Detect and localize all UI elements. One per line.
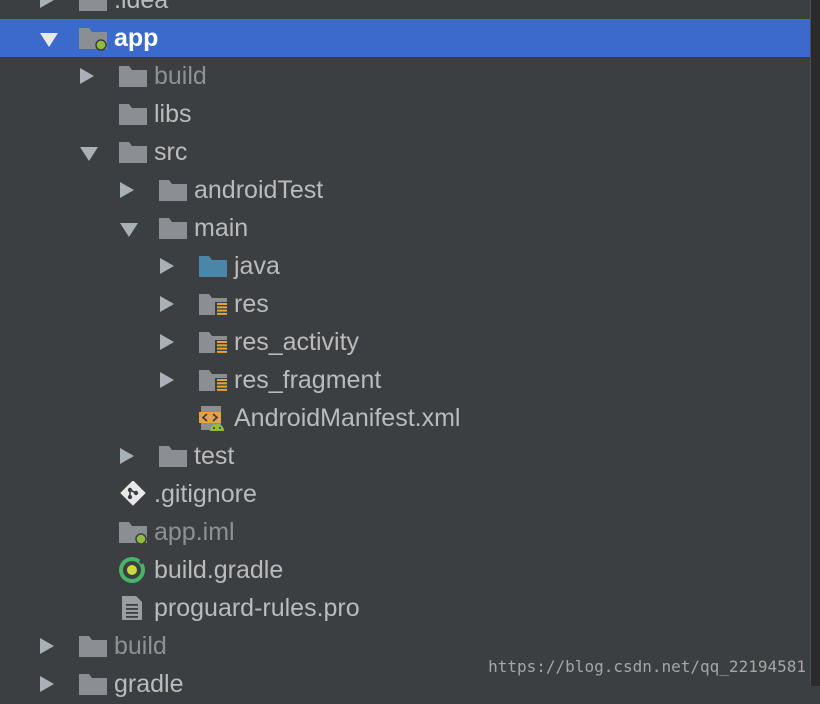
folder-icon [78, 0, 108, 13]
folder-icon [158, 443, 188, 469]
tree-item-app-iml[interactable]: app.iml [0, 513, 810, 551]
project-tree: .idea app build libs src androidTest main java r… [0, 0, 810, 698]
tree-item-java[interactable]: java [0, 247, 810, 285]
expand-arrow-right-icon[interactable] [160, 372, 174, 388]
tree-item-label: build [154, 62, 207, 90]
git-icon [118, 480, 148, 507]
scrollbar[interactable] [810, 0, 820, 686]
folder-icon [158, 215, 188, 241]
tree-item-label: main [194, 214, 249, 242]
tree-item-libs[interactable]: libs [0, 95, 810, 133]
folder-icon [118, 63, 148, 89]
tree-item-label: res_fragment [234, 366, 382, 394]
expand-arrow-right-icon[interactable] [40, 0, 54, 8]
resource-folder-icon [198, 367, 228, 393]
tree-item-label: app.iml [154, 518, 235, 546]
tree-item-build-gradle[interactable]: build.gradle [0, 551, 810, 589]
tree-item-proguard-rules-pro[interactable]: proguard-rules.pro [0, 589, 810, 627]
tree-item-label: gradle [114, 670, 184, 698]
tree-item-label: res_activity [234, 328, 360, 356]
tree-item-main[interactable]: main [0, 209, 810, 247]
tree-item-label: .gitignore [154, 480, 257, 508]
tree-item-label: java [234, 252, 280, 280]
tree-item-res-fragment[interactable]: res_fragment [0, 361, 810, 399]
tree-item-label: .idea [114, 0, 169, 14]
tree-item-label: app [114, 24, 159, 52]
tree-item-label: libs [154, 100, 192, 128]
resource-folder-icon [198, 291, 228, 317]
gradle-icon [118, 557, 148, 583]
expand-arrow-right-icon[interactable] [160, 296, 174, 312]
expand-arrow-right-icon[interactable] [120, 182, 134, 198]
folder-icon [118, 101, 148, 127]
expand-arrow-right-icon[interactable] [160, 258, 174, 274]
tree-item-test[interactable]: test [0, 437, 810, 475]
tree-item-build[interactable]: build [0, 57, 810, 95]
expand-arrow-down-icon[interactable] [80, 147, 98, 161]
tree-item-label: res [234, 290, 269, 318]
expand-arrow-down-icon[interactable] [120, 223, 138, 237]
expand-arrow-right-icon[interactable] [80, 68, 94, 84]
expand-arrow-right-icon[interactable] [40, 676, 54, 692]
tree-item-label: build [114, 632, 167, 660]
watermark: https://blog.csdn.net/qq_22194581 [488, 657, 806, 676]
source-folder-icon [198, 253, 228, 279]
tree-item-androidtest[interactable]: androidTest [0, 171, 810, 209]
tree-item-idea[interactable]: .idea [0, 0, 810, 19]
expand-arrow-right-icon[interactable] [120, 448, 134, 464]
tree-item-app[interactable]: app [0, 19, 810, 57]
tree-item-res[interactable]: res [0, 285, 810, 323]
folder-icon [78, 671, 108, 697]
tree-item-label: build.gradle [154, 556, 284, 584]
expand-arrow-right-icon[interactable] [160, 334, 174, 350]
tree-item-label: src [154, 138, 188, 166]
folder-icon [118, 139, 148, 165]
tree-item-label: test [194, 442, 235, 470]
tree-item-gitignore[interactable]: .gitignore [0, 475, 810, 513]
resource-folder-icon [198, 329, 228, 355]
expand-arrow-down-icon[interactable] [40, 33, 58, 47]
text-file-icon [118, 595, 148, 621]
tree-item-res-activity[interactable]: res_activity [0, 323, 810, 361]
tree-item-label: AndroidManifest.xml [234, 404, 461, 432]
tree-item-label: androidTest [194, 176, 324, 204]
module-file-icon [118, 519, 148, 545]
tree-item-androidmanifest-xml[interactable]: AndroidManifest.xml [0, 399, 810, 437]
android-manifest-icon [198, 405, 228, 431]
module-folder-icon [78, 25, 108, 51]
folder-icon [78, 633, 108, 659]
tree-item-src[interactable]: src [0, 133, 810, 171]
folder-icon [158, 177, 188, 203]
tree-item-label: proguard-rules.pro [154, 594, 360, 622]
expand-arrow-right-icon[interactable] [40, 638, 54, 654]
